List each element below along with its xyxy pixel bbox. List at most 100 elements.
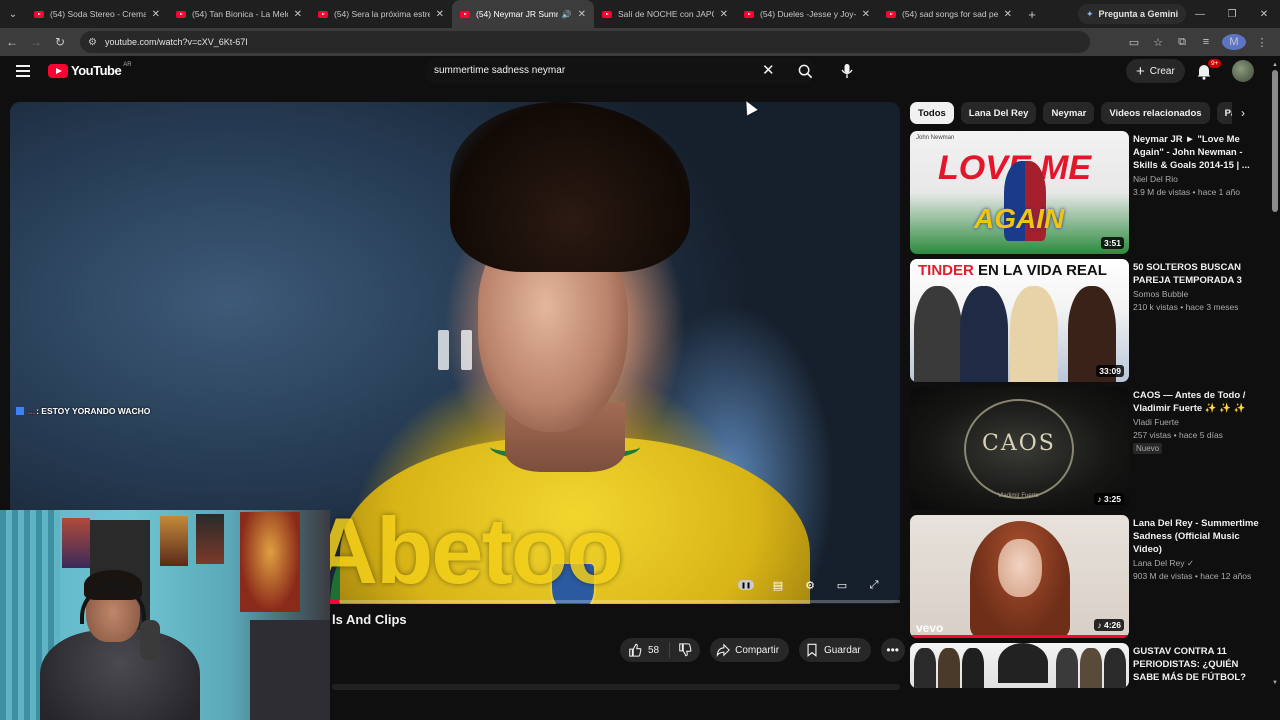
channel-name[interactable]: Lana Del Rey ✓ bbox=[1133, 558, 1194, 569]
recommendation-item[interactable]: CAOS Vladimir Fuerte ♪ 3:25 CAOS — Antes… bbox=[910, 387, 1270, 511]
close-tab-icon[interactable]: ✕ bbox=[294, 9, 302, 20]
chip-lana-del-rey[interactable]: Lana Del Rey bbox=[960, 102, 1037, 124]
speaker-icon[interactable]: 🔊 bbox=[562, 10, 572, 19]
scrollbar-thumb[interactable] bbox=[1272, 70, 1278, 212]
recommendation-item[interactable]: John Newman LOVE ME AGAIN 3:51 Neymar JR… bbox=[910, 131, 1270, 255]
bookmark-star-icon[interactable]: ☆ bbox=[1146, 36, 1170, 49]
youtube-logo[interactable]: YouTube AR bbox=[48, 62, 132, 78]
recommendation-item[interactable]: vevo ♪ 4:26 Lana Del Rey - Summertime Sa… bbox=[910, 515, 1270, 639]
subtitles-icon[interactable]: ▤ bbox=[762, 574, 794, 596]
close-window-icon[interactable]: ✕ bbox=[1248, 0, 1280, 28]
close-tab-icon[interactable]: ✕ bbox=[720, 9, 728, 20]
restore-icon[interactable]: ❐ bbox=[1216, 0, 1248, 28]
site-info-icon[interactable]: ⚙ bbox=[88, 37, 97, 48]
search-input[interactable]: summertime sadness neymar bbox=[434, 65, 565, 76]
gemini-button[interactable]: ✦ Pregunta a Gemini bbox=[1078, 4, 1187, 24]
browser-tab[interactable]: (54) Tan Bionica - La Melo ✕ bbox=[168, 0, 310, 28]
close-tab-icon[interactable]: ✕ bbox=[152, 9, 160, 20]
duration-badge: 3:51 bbox=[1100, 237, 1124, 249]
close-tab-icon[interactable]: ✕ bbox=[578, 9, 586, 20]
close-tab-icon[interactable]: ✕ bbox=[862, 9, 870, 20]
video-thumbnail[interactable]: TINDER EN LA VIDA REAL 33:09 bbox=[910, 259, 1129, 382]
chip-neymar[interactable]: Neymar bbox=[1043, 102, 1095, 124]
chip-videos-relacionados[interactable]: Videos relacionados bbox=[1101, 102, 1210, 124]
duration-badge: ♪ 3:25 bbox=[1094, 493, 1124, 505]
close-tab-icon[interactable]: ✕ bbox=[1004, 9, 1012, 20]
browser-tab[interactable]: (54) Soda Stereo - Crema d ✕ bbox=[26, 0, 168, 28]
browser-tab-active[interactable]: (54) Neymar JR Summ 🔊 ✕ bbox=[452, 0, 594, 28]
scroll-down-icon[interactable]: ▼ bbox=[1271, 680, 1279, 686]
video-thumbnail[interactable]: CAOS Vladimir Fuerte ♪ 3:25 bbox=[910, 387, 1129, 510]
description-box[interactable] bbox=[332, 684, 900, 690]
browser-tab[interactable]: Salí de NOCHE con JAPON ✕ bbox=[594, 0, 736, 28]
channel-name[interactable]: Somos Bubble bbox=[1133, 289, 1188, 299]
video-thumbnail[interactable] bbox=[910, 643, 1129, 688]
gemini-label: Pregunta a Gemini bbox=[1098, 9, 1179, 19]
media-control-icon[interactable]: ≡ bbox=[1194, 36, 1218, 48]
share-label: Compartir bbox=[735, 644, 780, 656]
browser-tab[interactable]: (54) Sera la próxima estrel ✕ bbox=[310, 0, 452, 28]
recommendation-item[interactable]: GUSTAV CONTRA 11 PERIODISTAS: ¿QUIÉN SAB… bbox=[910, 643, 1270, 688]
menu-icon[interactable] bbox=[16, 65, 30, 77]
clear-search-icon[interactable]: ✕ bbox=[762, 61, 775, 79]
video-title: ls And Clips bbox=[332, 612, 407, 627]
recommendation-title[interactable]: GUSTAV CONTRA 11 PERIODISTAS: ¿QUIÉN SAB… bbox=[1133, 645, 1265, 684]
logo-text: YouTube bbox=[71, 63, 122, 78]
scroll-up-icon[interactable]: ▲ bbox=[1271, 62, 1279, 68]
cast-icon[interactable]: ▭ bbox=[1122, 36, 1146, 49]
tab-title: (54) Neymar JR Summ bbox=[476, 9, 558, 19]
youtube-favicon-icon bbox=[34, 10, 44, 18]
minimize-icon[interactable]: — bbox=[1184, 0, 1216, 28]
recommendation-title[interactable]: 50 SOLTEROS BUSCAN PAREJA TEMPORADA 3 bbox=[1133, 261, 1265, 287]
browser-menu-icon[interactable]: ⋮ bbox=[1250, 36, 1274, 49]
pause-overlay-icon[interactable] bbox=[438, 330, 472, 370]
create-button[interactable]: + Crear bbox=[1126, 59, 1185, 83]
recommendation-title[interactable]: Lana Del Rey - Summertime Sadness (Offic… bbox=[1133, 517, 1265, 556]
settings-gear-icon[interactable]: ⚙ bbox=[794, 574, 826, 596]
video-meta: 3.9 M de vistas • hace 1 año bbox=[1133, 187, 1240, 197]
profile-avatar[interactable]: M bbox=[1222, 34, 1246, 50]
search-icon[interactable] bbox=[792, 58, 818, 84]
tab-search-icon[interactable]: ⌄ bbox=[0, 0, 26, 28]
youtube-header: YouTube AR summertime sadness neymar ✕ +… bbox=[0, 56, 1280, 90]
duration-badge: 33:09 bbox=[1096, 365, 1124, 377]
microphone-icon[interactable] bbox=[834, 58, 860, 84]
thumb-figure bbox=[998, 643, 1048, 683]
autoplay-toggle[interactable]: ❚❚ bbox=[730, 574, 762, 596]
video-thumbnail[interactable]: vevo ♪ 4:26 bbox=[910, 515, 1129, 638]
save-button[interactable]: Guardar bbox=[799, 638, 871, 662]
address-bar[interactable]: ⚙ youtube.com/watch?v=cXV_6Kt-67I bbox=[80, 31, 1090, 53]
recommendation-title[interactable]: CAOS — Antes de Todo / Vladimir Fuerte ✨… bbox=[1133, 389, 1265, 415]
dislike-button[interactable] bbox=[670, 643, 700, 657]
channel-name[interactable]: Niel Del Rio bbox=[1133, 174, 1178, 184]
channel-name[interactable]: Vladi Fuerte bbox=[1133, 417, 1179, 427]
reload-icon[interactable]: ↻ bbox=[48, 28, 72, 56]
video-thumbnail[interactable]: John Newman LOVE ME AGAIN 3:51 bbox=[910, 131, 1129, 254]
like-button[interactable]: 58 bbox=[620, 642, 671, 658]
extensions-icon[interactable]: ⧉ bbox=[1170, 36, 1194, 49]
thumb-figure bbox=[962, 648, 984, 688]
chip-todos[interactable]: Todos bbox=[910, 102, 954, 124]
recommendation-title[interactable]: Neymar JR ► "Love Me Again" - John Newma… bbox=[1133, 133, 1265, 172]
chat-username: ... bbox=[28, 406, 36, 416]
share-button[interactable]: Compartir bbox=[710, 638, 790, 662]
more-actions-icon[interactable]: ••• bbox=[880, 638, 905, 662]
webcam-frame-shape bbox=[62, 518, 90, 568]
forward-icon[interactable]: → bbox=[24, 28, 48, 56]
back-icon[interactable]: ← bbox=[0, 28, 24, 56]
chevron-right-icon[interactable]: › bbox=[1232, 102, 1254, 124]
stream-chat-message: ... : ESTOY YORANDO WACHO bbox=[16, 406, 150, 416]
account-avatar[interactable] bbox=[1232, 60, 1254, 82]
browser-tab[interactable]: (54) Dueles -Jesse y Joy- Cl ✕ bbox=[736, 0, 878, 28]
browser-toolbar: ← → ↻ ⚙ youtube.com/watch?v=cXV_6Kt-67I … bbox=[0, 28, 1280, 56]
search-box[interactable]: summertime sadness neymar ✕ bbox=[424, 58, 816, 84]
webcam-frame-shape bbox=[240, 512, 300, 612]
thumb-figure bbox=[1104, 648, 1126, 688]
new-tab-icon[interactable]: + bbox=[1020, 7, 1044, 22]
fullscreen-icon[interactable]: ⤢ bbox=[858, 574, 890, 596]
browser-tab[interactable]: (54) sad songs for sad peo ✕ bbox=[878, 0, 1020, 28]
theater-mode-icon[interactable]: ▭ bbox=[826, 574, 858, 596]
recommendation-item[interactable]: TINDER EN LA VIDA REAL 33:09 50 SOLTEROS… bbox=[910, 259, 1270, 383]
duration-badge: ♪ 4:26 bbox=[1094, 619, 1124, 631]
close-tab-icon[interactable]: ✕ bbox=[436, 9, 444, 20]
